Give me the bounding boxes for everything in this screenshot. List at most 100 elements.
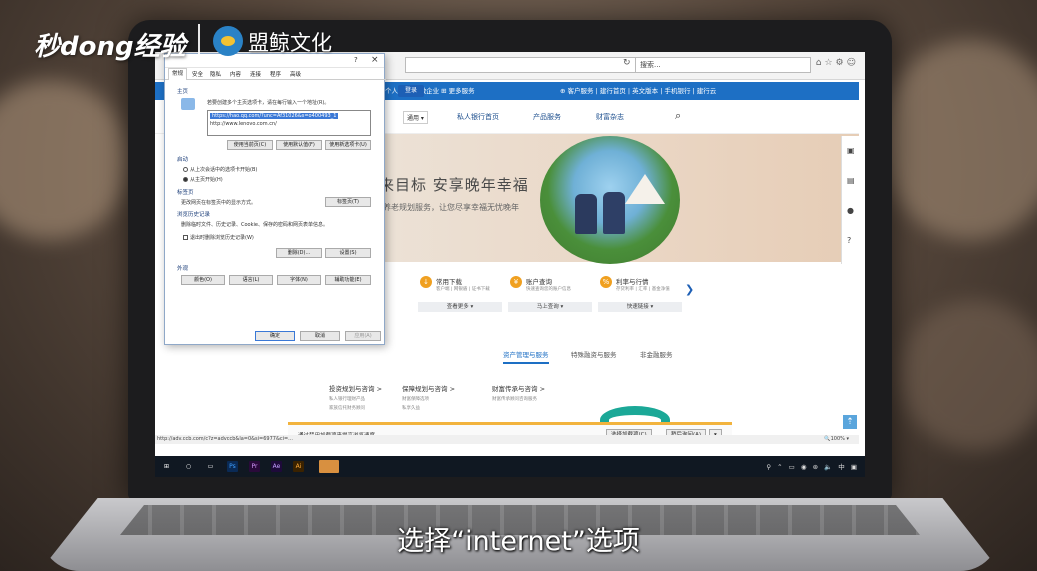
search-icon[interactable]: ○ (183, 461, 194, 472)
colors-button[interactable]: 颜色(O) (181, 275, 225, 285)
fonts-button[interactable]: 字体(N) (277, 275, 321, 285)
after-effects-icon[interactable]: Ae (271, 461, 282, 472)
background-blur (0, 80, 130, 240)
building-icon[interactable]: ▤ (847, 176, 855, 185)
delete-on-exit-checkbox[interactable]: 退出时删除浏览历史记录(W) (183, 234, 254, 241)
hero-person (575, 194, 597, 234)
service-title[interactable]: 财富传承与咨询 > (492, 383, 545, 393)
tool-desc: 客户端 | 网银盾 | 证书下载 (436, 287, 490, 292)
tool-download[interactable]: ↓ 常用下载 客户端 | 网银盾 | 证书下载 (420, 274, 510, 298)
browser-taskbar-icon[interactable] (319, 460, 339, 473)
refresh-icon[interactable]: ↻ (623, 58, 631, 68)
tab-nonfinance[interactable]: 非金融服务 (640, 349, 673, 359)
tool-title: 常用下载 (436, 278, 462, 286)
background-blur (880, 40, 1037, 240)
brand-logo-right: 盟鲸文化 (248, 31, 332, 55)
startup-option-home[interactable]: 从主页开始(H) (183, 176, 223, 183)
tabs-button[interactable]: 标签页(T) (325, 197, 371, 207)
whale-logo-icon (213, 26, 243, 56)
links-button[interactable]: 快速链接 ▾ (598, 302, 682, 312)
homepage-url: http://www.lenovo.com.cn/ (210, 121, 277, 127)
apply-button[interactable]: 应用(A) (345, 331, 381, 341)
search-icon[interactable]: ⌕ (675, 109, 681, 123)
tool-title: 利率与行情 (616, 278, 649, 286)
tab-asset[interactable]: 资产管理与服务 (503, 349, 549, 364)
brand-divider (198, 24, 200, 60)
startup-option-last[interactable]: 从上次会话中的选项卡开始(B) (183, 166, 257, 173)
appearance-group: 外观 (177, 266, 189, 272)
tool-rates[interactable]: % 利率与行情 存贷利率 | 汇率 | 基金净值 (600, 274, 690, 298)
languages-button[interactable]: 语言(L) (229, 275, 273, 285)
service-line[interactable]: 财富保障选项 (402, 396, 429, 402)
zoom-level[interactable]: 🔍100% ▾ (824, 435, 849, 444)
internet-options-dialog: ? × 常规 安全 隐私 内容 连接 程序 高级 主页 若要创建多个主页选项卡，… (164, 53, 386, 345)
search-input[interactable]: 搜索... (635, 57, 811, 73)
tab-content[interactable]: 内容 (230, 70, 241, 78)
service-line[interactable]: 私享久益 (402, 405, 420, 411)
ok-button[interactable]: 确定 (255, 331, 295, 341)
photoshop-icon[interactable]: Ps (227, 461, 238, 472)
login-button[interactable]: 登录 (398, 85, 424, 97)
chevron-right-icon[interactable]: ❯ (685, 283, 694, 296)
illustrator-icon[interactable]: Ai (293, 461, 304, 472)
brand-pinyin: meng jing wen hua (257, 54, 342, 62)
rates-icon: % (600, 276, 612, 288)
history-settings-button[interactable]: 设置(S) (325, 248, 371, 258)
task-view-icon[interactable]: ▭ (205, 461, 216, 472)
homepage-url: https://hao.qq.com/?unc=Af31026&s=o40049… (210, 113, 339, 119)
tabs-group: 标签页 (177, 190, 194, 196)
brand-logo-left: 秒dong经验 (34, 32, 186, 62)
use-current-button[interactable]: 使用当前页(C) (227, 140, 273, 150)
tab-privacy[interactable]: 隐私 (210, 70, 221, 78)
use-default-button[interactable]: 使用默认值(F) (276, 140, 322, 150)
help-icon[interactable]: ? (847, 236, 851, 245)
hero-person (603, 192, 625, 234)
status-url: http://adv.ccb.com/c?z=advccb&la=0&si=69… (157, 436, 293, 442)
tab-security[interactable]: 安全 (192, 70, 203, 78)
background-blur (900, 300, 1037, 450)
side-toolbar: ▣ ▤ ● ? (841, 136, 859, 264)
tool-desc: 快速查询您的账户信息 (526, 287, 571, 292)
more-button[interactable]: 查看更多 ▾ (418, 302, 502, 312)
tab-financing[interactable]: 特殊融资与服务 (571, 349, 617, 359)
tab-general[interactable]: 常规 (168, 68, 188, 80)
service-line[interactable]: 家族信托财务顾问 (329, 405, 365, 411)
channel-select[interactable]: 通用 ▾ (403, 111, 428, 124)
download-icon: ↓ (420, 276, 432, 288)
tab-advanced[interactable]: 高级 (290, 70, 301, 78)
top-links-right[interactable]: ⊕ 客户服务 | 建行首页 | 英文版本 | 手机银行 | 建行云 (560, 82, 716, 100)
use-newtab-button[interactable]: 使用新选项卡(U) (325, 140, 371, 150)
hero-subtitle: 养老规划服务，让您尽享幸福无忧晚年 (383, 203, 519, 212)
homepage-textarea[interactable]: https://hao.qq.com/?unc=Af31026&s=o40049… (207, 110, 371, 136)
tool-title: 账户查询 (526, 278, 552, 286)
cancel-button[interactable]: 取消 (300, 331, 340, 341)
service-line[interactable]: 私人银行理财产品 (329, 396, 365, 402)
tool-account[interactable]: ¥ 账户查询 快速查询您的账户信息 (510, 274, 600, 298)
tab-connections[interactable]: 连接 (250, 70, 261, 78)
location-icon[interactable]: ● (847, 206, 854, 215)
browser-toolbar-icons[interactable]: ⌂☆⚙☺ (816, 58, 859, 68)
nav-magazine[interactable]: 财富杂志 (596, 112, 624, 122)
service-title[interactable]: 投资规划与咨询 > (329, 383, 382, 393)
status-bar: http://adv.ccb.com/c?z=advccb&la=0&si=69… (155, 435, 859, 444)
accessibility-button[interactable]: 辅助功能(E) (325, 275, 371, 285)
system-tray[interactable]: ⚲ ⌃ ▭ ◉ ⊛ 🔈 中 ▣ (766, 461, 859, 471)
query-button[interactable]: 马上查询 ▾ (508, 302, 592, 312)
contact-icon[interactable]: ▣ (847, 146, 855, 155)
delete-history-button[interactable]: 删除(D)... (276, 248, 322, 258)
startup-group: 启动 (177, 157, 189, 163)
back-to-top-icon[interactable]: ⇡ (843, 415, 857, 429)
hero-banner[interactable]: 规划未来目标 安享晚年幸福 养老规划服务，让您尽享幸福无忧晚年 (325, 134, 859, 264)
address-bar[interactable] (405, 57, 637, 73)
tab-programs[interactable]: 程序 (270, 70, 281, 78)
nav-products[interactable]: 产品服务 (533, 112, 561, 122)
windows-start-icon[interactable]: ⊞ (161, 461, 172, 472)
close-icon[interactable]: × (371, 55, 379, 65)
option-label: 从主页开始(H) (190, 177, 223, 183)
nav-private-home[interactable]: 私人银行首页 (457, 112, 499, 122)
premiere-icon[interactable]: Pr (249, 461, 260, 472)
service-line[interactable]: 财富传承顾问咨询服务 (492, 396, 537, 402)
service-title[interactable]: 保障规划与咨询 > (402, 383, 455, 393)
help-icon[interactable]: ? (354, 56, 358, 64)
tool-desc: 存贷利率 | 汇率 | 基金净值 (616, 287, 670, 292)
